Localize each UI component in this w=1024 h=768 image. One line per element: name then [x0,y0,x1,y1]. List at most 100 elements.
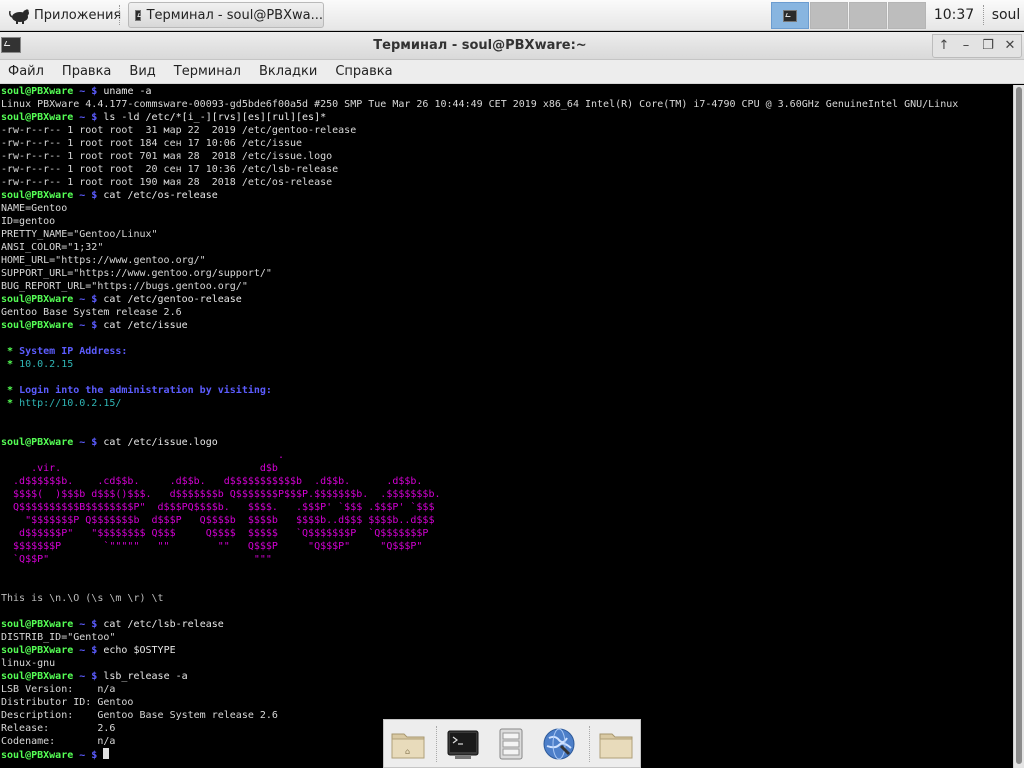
minimize-button[interactable]: – [957,37,975,55]
menu-edit[interactable]: Правка [62,64,111,79]
output-text: DISTRIB_ID="Gentoo" [1,632,116,643]
output-text: Codename: n/a [1,736,116,747]
gentoo-ascii-logo-line: .vir. d$b [1,463,278,474]
taskbar-terminal-label: Терминал - soul@PBXwa... [146,7,323,23]
output-text: NAME=Gentoo [1,203,68,214]
menu-terminal[interactable]: Терминал [174,64,241,79]
close-button[interactable]: ✕ [1001,37,1019,55]
terminal-line: "$$$$$$$P Q$$$$$$$b d$$$P Q$$$$b $$$$b $… [1,514,958,527]
home-folder-icon[interactable]: ⌂ [390,726,426,762]
menu-help[interactable]: Справка [335,64,392,79]
terminal-line: -rw-r--r-- 1 root root 31 мар 22 2019 /e… [1,124,958,137]
command-text: cat /etc/lsb-release [103,619,224,630]
issue-heading: System IP Address: [19,346,128,357]
workspace-3[interactable] [849,2,887,29]
terminal-line: soul@PBXware ~ $ lsb_release -a [1,670,958,683]
terminal-line: Q$$$$$$$$$$B$$$$$$$$P" d$$$PQ$$$$b. $$$$… [1,501,958,514]
command-text: lsb_release -a [103,671,188,682]
terminal-line: Gentoo Base System release 2.6 [1,306,958,319]
terminal-line: * Login into the administration by visit… [1,384,958,397]
issue-value: http://10.0.2.15/ [19,398,122,409]
workspace-2[interactable] [810,2,848,29]
command-text: cat /etc/gentoo-release [103,294,242,305]
output-text: This is \n.\O (\s \m \r) \t [1,593,164,604]
command-text: ls -ld /etc/*[i_-][rvs][es][rul][es]* [103,112,327,123]
bullet-star: * [1,398,20,409]
terminal-line: $$$$( )$$$b d$$$()$$$. d$$$$$$$b Q$$$$$$… [1,488,958,501]
user-menu[interactable]: soul [988,0,1024,30]
terminal-line: ID=gentoo [1,215,958,228]
workspace-4[interactable] [888,2,926,29]
applications-menu-label: Приложения [34,8,122,23]
terminal-icon[interactable] [445,726,481,762]
terminal-cursor [103,748,110,759]
terminal-line: .vir. d$b [1,462,958,475]
menu-file[interactable]: Файл [8,64,44,79]
terminal-lines: soul@PBXware ~ $ uname -a Linux PBXware 4… [1,85,958,761]
bullet-star: * [1,359,20,370]
menu-view[interactable]: Вид [129,64,155,79]
command-text: cat /etc/issue [103,320,188,331]
prompt-user: soul@PBXware [1,190,74,201]
dock-separator [589,726,591,762]
workspace-switcher[interactable] [771,2,927,29]
maximize-button[interactable]: ❐ [979,37,997,55]
gentoo-ascii-logo-line: Q$$$$$$$$$$B$$$$$$$$P" d$$$PQ$$$$b. $$$$… [1,502,435,513]
prompt-user: soul@PBXware [1,645,74,656]
terminal-line: soul@PBXware ~ $ cat /etc/gentoo-release [1,293,958,306]
taskbar-terminal-button[interactable]: Терминал - soul@PBXwa... [128,2,324,28]
prompt-user: soul@PBXware [1,619,74,630]
terminal-line: Distributor ID: Gentoo [1,696,958,709]
workspace-1[interactable] [771,2,809,29]
window-titlebar[interactable]: Терминал - soul@PBXware:~ [0,32,1024,60]
terminal-line: .d$$$$$$b. .cd$$b. .d$$b. d$$$$$$$$$$$b … [1,475,958,488]
prompt-path: ~ $ [73,294,104,305]
gentoo-ascii-logo-line: $$$$( )$$$b d$$$()$$$. d$$$$$$$b Q$$$$$$… [1,489,441,500]
prompt-path: ~ $ [73,750,104,761]
prompt-path: ~ $ [73,437,104,448]
terminal-line: PRETTY_NAME="Gentoo/Linux" [1,228,958,241]
issue-heading: Login into the administration by visitin… [19,385,272,396]
applications-menu-button[interactable]: Приложения [4,3,125,28]
command-text: uname -a [103,86,152,97]
prompt-path: ~ $ [73,645,104,656]
output-text: Description: Gentoo Base System release … [1,710,278,721]
terminal-line: ANSI_COLOR="1;32" [1,241,958,254]
terminal-line: -rw-r--r-- 1 root root 190 мая 28 2018 /… [1,176,958,189]
terminal-line: * 10.0.2.15 [1,358,958,371]
bullet-star: * [1,385,20,396]
panel-separator [983,5,985,25]
gentoo-ascii-logo-line: $$$$$$$P `""""" "" "" Q$$$P "Q$$$P" "Q$$… [1,541,423,552]
output-text: HOME_URL="https://www.gentoo.org/" [1,255,206,266]
scrollbar-thumb[interactable] [1016,87,1022,764]
web-browser-icon[interactable] [541,726,577,762]
terminal-line: This is \n.\O (\s \m \r) \t [1,592,958,605]
terminal-output[interactable]: soul@PBXware ~ $ uname -a Linux PBXware 4… [0,85,1013,768]
terminal-line: soul@PBXware ~ $ echo $OSTYPE [1,644,958,657]
menu-tabs[interactable]: Вкладки [259,64,317,79]
output-text: -rw-r--r-- 1 root root 184 сен 17 10:06 … [1,138,303,149]
output-text: PRETTY_NAME="Gentoo/Linux" [1,229,158,240]
gentoo-ascii-logo-line: "$$$$$$$P Q$$$$$$$b d$$$P Q$$$$b $$$$b $… [1,515,435,526]
output-text: Gentoo Base System release 2.6 [1,307,182,318]
prompt-user: soul@PBXware [1,750,74,761]
terminal-line: Linux PBXware 4.4.177-commsware-00093-gd… [1,98,958,111]
file-manager-icon[interactable] [493,726,529,762]
menubar: Файл Правка Вид Терминал Вкладки Справка [0,60,1024,84]
terminal-line: soul@PBXware ~ $ ls -ld /etc/*[i_-][rvs]… [1,111,958,124]
prompt-user: soul@PBXware [1,437,74,448]
terminal-line: $$$$$$$P `""""" "" "" Q$$$P "Q$$$P" "Q$$… [1,540,958,553]
terminal-line: -rw-r--r-- 1 root root 20 сен 17 10:36 /… [1,163,958,176]
output-text: Distributor ID: Gentoo [1,697,134,708]
command-text: cat /etc/os-release [103,190,218,201]
shade-button[interactable]: ↑ [935,37,953,55]
terminal-scrollbar[interactable] [1013,85,1024,768]
folder-icon[interactable] [598,726,634,762]
terminal-line: -rw-r--r-- 1 root root 701 мая 28 2018 /… [1,150,958,163]
clock[interactable]: 10:37 [930,0,978,30]
